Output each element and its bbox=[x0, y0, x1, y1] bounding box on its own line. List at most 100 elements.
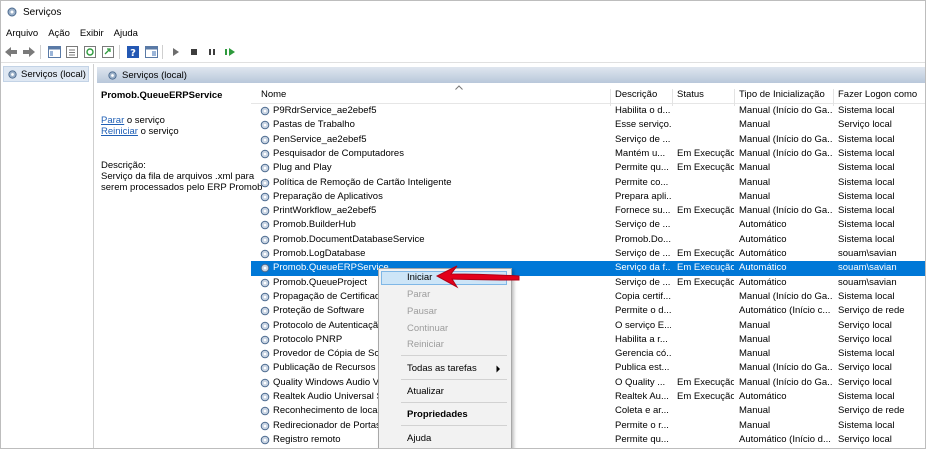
start-service-icon[interactable] bbox=[168, 44, 184, 60]
services-pane-header: Serviços (local) bbox=[97, 67, 925, 83]
cell-start: Manual bbox=[739, 190, 771, 202]
cell-logon: Sistema local bbox=[838, 348, 895, 360]
cell-desc: Publica est... bbox=[615, 362, 670, 374]
service-gear-icon bbox=[260, 235, 270, 244]
service-row[interactable]: Preparação de Aplicativos Prepara apli...… bbox=[251, 190, 925, 204]
restart-service-link[interactable]: Reiniciar bbox=[101, 126, 138, 137]
stop-service-link[interactable]: Parar bbox=[101, 115, 124, 126]
annotation-arrow-icon bbox=[435, 265, 520, 289]
menu-item-propriedades[interactable]: Propriedades bbox=[407, 409, 468, 420]
cell-logon: Sistema local bbox=[838, 205, 895, 217]
service-gear-icon bbox=[260, 192, 270, 202]
menu-item-parar: Parar bbox=[407, 289, 431, 300]
restart-service-icon[interactable] bbox=[222, 44, 238, 60]
forward-arrow-icon[interactable] bbox=[21, 44, 37, 60]
service-row[interactable]: Pesquisador de Computadores Mantém u... Em… bbox=[251, 147, 925, 161]
service-gear-icon bbox=[260, 263, 270, 273]
menu-bar: Arquivo Ação Exibir Ajuda bbox=[1, 25, 143, 41]
service-row[interactable]: Registro remoto Permite qu... Automático (… bbox=[251, 433, 925, 447]
menu-item-atualizar[interactable]: Atualizar bbox=[407, 386, 444, 397]
cell-start: Automático bbox=[739, 276, 787, 288]
refresh-icon[interactable] bbox=[82, 44, 98, 60]
stop-service-icon[interactable] bbox=[186, 44, 202, 60]
help-icon[interactable]: ? bbox=[125, 44, 141, 60]
menu-exibir[interactable]: Exibir bbox=[75, 28, 109, 39]
column-header-name[interactable]: Nome bbox=[261, 89, 286, 100]
toolbar-separator bbox=[40, 45, 41, 59]
service-row[interactable]: PrintWorkflow_ae2ebef5 Fornece su... Em Ex… bbox=[251, 204, 925, 218]
cell-logon: Sistema local bbox=[838, 219, 895, 231]
menu-item-todas-as-tarefas[interactable]: Todas as tarefas bbox=[407, 363, 477, 374]
service-row[interactable]: Pastas de Trabalho Esse serviço... Manual S… bbox=[251, 118, 925, 132]
service-row[interactable]: Realtek Audio Universal Se Realtek Au... E… bbox=[251, 390, 925, 404]
service-row[interactable]: PenService_ae2ebef5 Serviço de ... Manual … bbox=[251, 133, 925, 147]
service-row[interactable]: Proteção de Software Permite o d... Automá… bbox=[251, 304, 925, 318]
column-header-logon[interactable]: Fazer Logon como bbox=[838, 89, 917, 100]
service-gear-icon bbox=[260, 149, 270, 159]
column-header-description[interactable]: Descrição bbox=[615, 89, 657, 100]
service-gear-icon bbox=[260, 120, 270, 130]
cell-name: Promob.DocumentDatabaseService bbox=[273, 233, 425, 245]
service-row[interactable]: Plug and Play Permite qu... Em Execução Man… bbox=[251, 161, 925, 175]
service-gear-icon bbox=[260, 392, 270, 402]
service-row[interactable]: Política de Remoção de Cartão Inteligent… bbox=[251, 176, 925, 190]
sort-ascending-icon bbox=[455, 82, 463, 93]
tree-item-services-local[interactable]: Serviços (local) bbox=[3, 66, 89, 82]
cell-name: Política de Remoção de Cartão Inteligent… bbox=[273, 176, 452, 188]
service-row[interactable]: Promob.DocumentDatabaseService Promob.Do.… bbox=[251, 233, 925, 247]
service-row[interactable]: Promob.QueueERPService Serviço da f... Em … bbox=[251, 261, 925, 276]
cell-status: Em Execução bbox=[677, 276, 734, 288]
cell-logon: Sistema local bbox=[838, 105, 895, 116]
cell-desc: Gerencia có... bbox=[615, 348, 671, 360]
tree-item-label: Serviços (local) bbox=[21, 68, 86, 80]
back-arrow-icon[interactable] bbox=[3, 44, 19, 60]
service-row[interactable]: Provedor de Cópia de Som Gerencia có... Ma… bbox=[251, 347, 925, 361]
menu-item-ajuda[interactable]: Ajuda bbox=[407, 433, 431, 444]
service-gear-icon bbox=[260, 292, 270, 302]
service-row[interactable]: Publicação de Recursos de Publica est... M… bbox=[251, 361, 925, 375]
cell-desc: O serviço E... bbox=[615, 319, 671, 331]
column-header-startup-type[interactable]: Tipo de Inicialização bbox=[739, 89, 825, 100]
cell-status: Em Execução bbox=[677, 391, 734, 402]
menu-acao[interactable]: Ação bbox=[43, 28, 75, 39]
cell-logon: Serviço de rede bbox=[838, 405, 905, 417]
service-row[interactable]: Propagação de Certificado Copia certif...… bbox=[251, 290, 925, 304]
properties-sheet-icon[interactable] bbox=[64, 44, 80, 60]
menu-item-iniciar[interactable]: Iniciar bbox=[407, 272, 432, 283]
service-gear-icon bbox=[260, 306, 270, 316]
service-row[interactable]: P9RdrService_ae2ebef5 Habilita o d... Manu… bbox=[251, 104, 925, 118]
services-list: Nome Descrição Status Tipo de Inicializa… bbox=[251, 82, 925, 448]
stop-service-line: Parar o serviço bbox=[101, 115, 165, 126]
cell-logon: Sistema local bbox=[838, 290, 895, 302]
pause-service-icon[interactable] bbox=[204, 44, 220, 60]
export-list-icon[interactable] bbox=[100, 44, 116, 60]
cell-desc: Permite co... bbox=[615, 176, 669, 188]
console-tree-icon[interactable] bbox=[46, 44, 62, 60]
service-row[interactable]: Protocolo PNRP Habilita a r... Manual Servi… bbox=[251, 333, 925, 347]
cell-desc: Serviço de ... bbox=[615, 276, 671, 288]
cell-desc: Promob.Do... bbox=[615, 233, 671, 245]
cell-logon: Sistema local bbox=[838, 147, 895, 159]
service-gear-icon bbox=[260, 349, 270, 359]
cell-logon: Serviço local bbox=[838, 333, 892, 345]
cell-name: Preparação de Aplicativos bbox=[273, 190, 383, 202]
cell-status: Em Execução bbox=[677, 262, 734, 274]
service-row[interactable]: Redirecionador de Portas de Área de Trab… bbox=[251, 419, 925, 433]
menu-ajuda[interactable]: Ajuda bbox=[109, 28, 143, 39]
service-row[interactable]: Promob.QueueProject Serviço de ... Em Exec… bbox=[251, 276, 925, 290]
service-row[interactable]: Protocolo de Autenticação O serviço E... M… bbox=[251, 319, 925, 333]
show-hide-pane-icon[interactable] bbox=[143, 44, 159, 60]
column-header-status[interactable]: Status bbox=[677, 89, 704, 100]
restart-service-suffix: o serviço bbox=[137, 126, 179, 137]
cell-start: Manual bbox=[739, 176, 771, 188]
service-row[interactable]: Quality Windows Audio Vi O Quality ... Em … bbox=[251, 376, 925, 390]
cell-start: Manual (Início do Ga... bbox=[739, 147, 832, 159]
menu-arquivo[interactable]: Arquivo bbox=[1, 28, 43, 39]
menu-item-continuar: Continuar bbox=[407, 323, 449, 334]
cell-status: Em Execução bbox=[677, 162, 734, 174]
menu-separator bbox=[401, 425, 507, 426]
service-row[interactable]: Promob.BuilderHub Serviço de ... Automátic… bbox=[251, 218, 925, 232]
service-row[interactable]: Reconhecimento de locais Coleta e ar... Ma… bbox=[251, 404, 925, 418]
toolbar-separator bbox=[119, 45, 120, 59]
service-row[interactable]: Promob.LogDatabase Serviço de ... Em Execu… bbox=[251, 247, 925, 261]
